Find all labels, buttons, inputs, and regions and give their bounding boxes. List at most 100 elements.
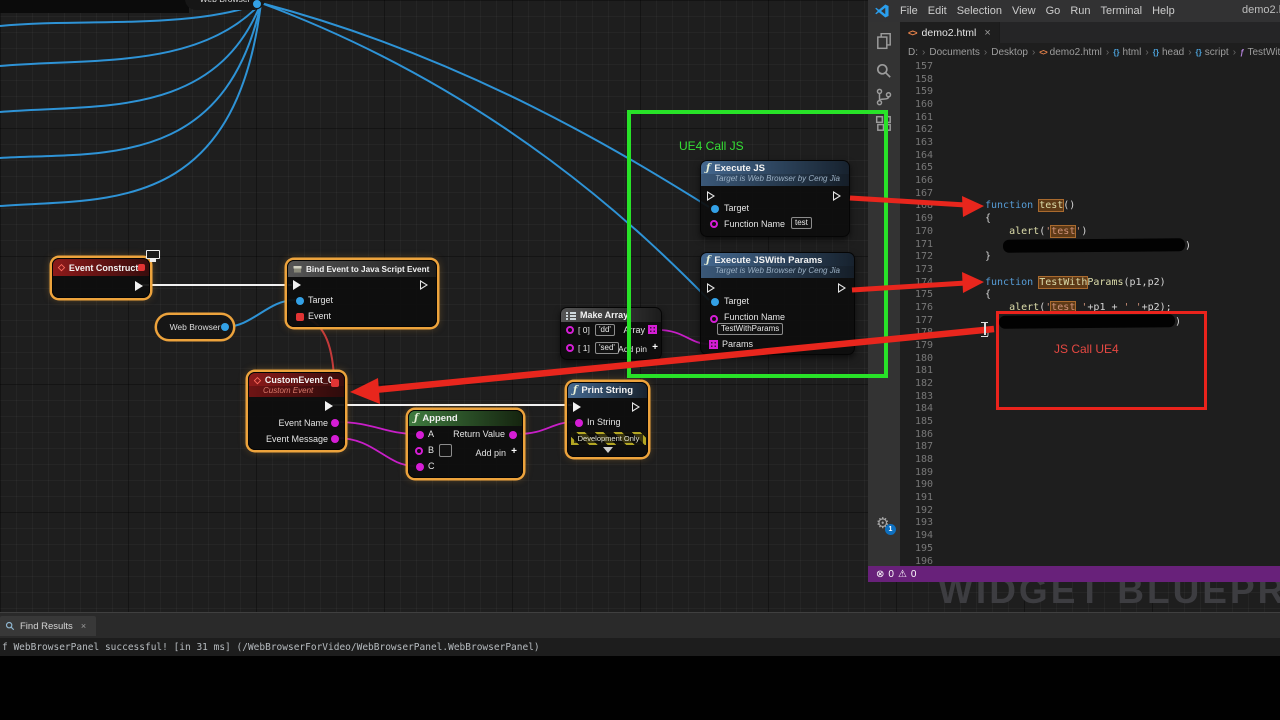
line-number: 173 <box>900 264 933 277</box>
errors-count: 0 <box>888 569 894 580</box>
code-line-159: 159 <box>900 86 1280 99</box>
delegate-pin[interactable] <box>331 379 339 387</box>
breadcrumb-item-desktop[interactable]: Desktop <box>991 47 1028 58</box>
add-pin-plus-icon[interactable]: + <box>511 446 517 457</box>
vscode-window: FileEditSelectionViewGoRunTerminalHelp d… <box>868 0 1280 582</box>
breadcrumb-item-script[interactable]: {}script <box>1196 47 1229 58</box>
line-number: 181 <box>900 365 933 378</box>
in-string-pin[interactable] <box>575 419 583 427</box>
node-custom-event[interactable]: ◇ CustomEvent_0 Custom Event Event Name … <box>248 372 345 450</box>
code-line-168: 168function test() <box>900 200 1280 213</box>
event-name-pin[interactable] <box>331 419 339 427</box>
exec-out-pin[interactable] <box>420 280 428 290</box>
find-results-panel: Find Results × f WebBrowserPanel success… <box>0 612 1280 656</box>
menu-view[interactable]: View <box>1007 5 1041 17</box>
find-results-log[interactable]: f WebBrowserPanel successful! [in 31 ms]… <box>0 638 1280 657</box>
code-line-186: 186 <box>900 429 1280 442</box>
menu-selection[interactable]: Selection <box>952 5 1007 17</box>
node-web-browser[interactable]: Web Browser <box>157 315 233 339</box>
output-pin[interactable] <box>221 323 229 331</box>
in-string-label: In String <box>587 417 621 427</box>
pin-b[interactable] <box>415 447 423 455</box>
breadcrumb: D:›Documents›Desktop›<>demo2.html›{}html… <box>900 43 1280 61</box>
event-message-label: Event Message <box>266 434 328 444</box>
line-number: 168 <box>900 200 933 213</box>
pin-b-value-field[interactable] <box>439 444 452 457</box>
node-title: Make Array <box>580 310 628 320</box>
element-1-pin[interactable] <box>566 344 574 352</box>
node-web-browser-top[interactable]: Web Browser <box>185 0 265 10</box>
method-icon: ƒ <box>1240 48 1244 57</box>
pin-a[interactable] <box>416 431 424 439</box>
vscode-logo-icon <box>875 4 889 18</box>
breadcrumb-separator: › <box>1141 47 1152 58</box>
node-bind-event[interactable]: Bind Event to Java Script Event Target E… <box>287 260 437 327</box>
explorer-icon[interactable] <box>875 32 893 50</box>
line-number: 179 <box>900 340 933 353</box>
vscode-titlebar[interactable]: FileEditSelectionViewGoRunTerminalHelp d… <box>868 0 1280 22</box>
line-number: 170 <box>900 226 933 239</box>
breadcrumb-item-head[interactable]: {}head <box>1153 47 1184 58</box>
exec-out-pin[interactable] <box>135 281 143 291</box>
line-number: 157 <box>900 61 933 74</box>
editor-area[interactable]: <> demo2.html × D:›Documents›Desktop›<>d… <box>900 22 1280 566</box>
line-number: 184 <box>900 403 933 416</box>
code-line-160: 160 <box>900 99 1280 112</box>
breadcrumb-separator: › <box>980 47 991 58</box>
code-line-164: 164 <box>900 150 1280 163</box>
element-0-value-field[interactable]: 'dd' <box>595 324 615 336</box>
element-1-value-field[interactable]: 'sed' <box>595 342 619 354</box>
code-line-157: 157 <box>900 61 1280 74</box>
line-number: 185 <box>900 416 933 429</box>
node-event-construct[interactable]: ◇ Event Construct <box>52 258 150 298</box>
exec-out-pin[interactable] <box>632 402 640 412</box>
find-results-icon <box>5 621 15 631</box>
breadcrumb-separator: › <box>918 47 929 58</box>
find-results-tab[interactable]: Find Results × <box>0 616 96 636</box>
node-append[interactable]: ƒ Append A B C Return Value Add pin + <box>408 410 523 478</box>
element-0-pin[interactable] <box>566 326 574 334</box>
menu-go[interactable]: Go <box>1041 5 1066 17</box>
event-message-pin[interactable] <box>331 435 339 443</box>
event-pin-label: Event <box>308 311 331 321</box>
menu-file[interactable]: File <box>895 5 923 17</box>
line-number: 165 <box>900 162 933 175</box>
search-icon[interactable] <box>875 62 893 80</box>
find-results-close-icon[interactable]: × <box>81 621 86 631</box>
warnings-icon: ⚠ <box>898 569 907 580</box>
menu-help[interactable]: Help <box>1147 5 1180 17</box>
breadcrumb-item-html[interactable]: {}html <box>1113 47 1141 58</box>
tab-close-icon[interactable]: × <box>984 27 990 39</box>
menu-run[interactable]: Run <box>1065 5 1095 17</box>
event-pin[interactable] <box>296 313 304 321</box>
warnings-count: 0 <box>911 569 917 580</box>
code-line-190: 190 <box>900 479 1280 492</box>
target-pin[interactable] <box>296 297 304 305</box>
line-number: 180 <box>900 353 933 366</box>
breadcrumb-item-testwithp[interactable]: ƒTestWithP <box>1240 47 1280 58</box>
menu-terminal[interactable]: Terminal <box>1096 5 1148 17</box>
line-number: 178 <box>900 327 933 340</box>
pin-c[interactable] <box>416 463 424 471</box>
status-bar[interactable]: ⊗ 0 ⚠ 0 <box>868 566 1280 582</box>
source-control-icon[interactable] <box>875 88 893 106</box>
breadcrumb-item-d-[interactable]: D: <box>908 47 918 58</box>
return-value-pin[interactable] <box>509 431 517 439</box>
breadcrumb-item-documents[interactable]: Documents <box>929 47 980 58</box>
line-number: 169 <box>900 213 933 226</box>
collapse-chevron-icon[interactable] <box>603 447 613 458</box>
exec-out-pin[interactable] <box>325 401 333 411</box>
breadcrumb-separator: › <box>1102 47 1113 58</box>
tab-demo2-html[interactable]: <> demo2.html × <box>900 22 1000 43</box>
screen: WIDGET BLUEPRINT Web Browser <box>0 0 1280 720</box>
line-number: 187 <box>900 441 933 454</box>
exec-in-pin[interactable] <box>573 402 581 412</box>
menu-edit[interactable]: Edit <box>923 5 952 17</box>
exec-in-pin[interactable] <box>293 280 301 290</box>
breadcrumb-item-demo2-html[interactable]: <>demo2.html <box>1039 47 1102 58</box>
output-pin[interactable] <box>253 0 261 8</box>
node-print-string[interactable]: ƒ Print String In String Development Onl… <box>567 382 648 457</box>
text-cursor <box>981 322 988 335</box>
code-line-162: 162 <box>900 124 1280 137</box>
breadcrumb-separator: › <box>1184 47 1195 58</box>
